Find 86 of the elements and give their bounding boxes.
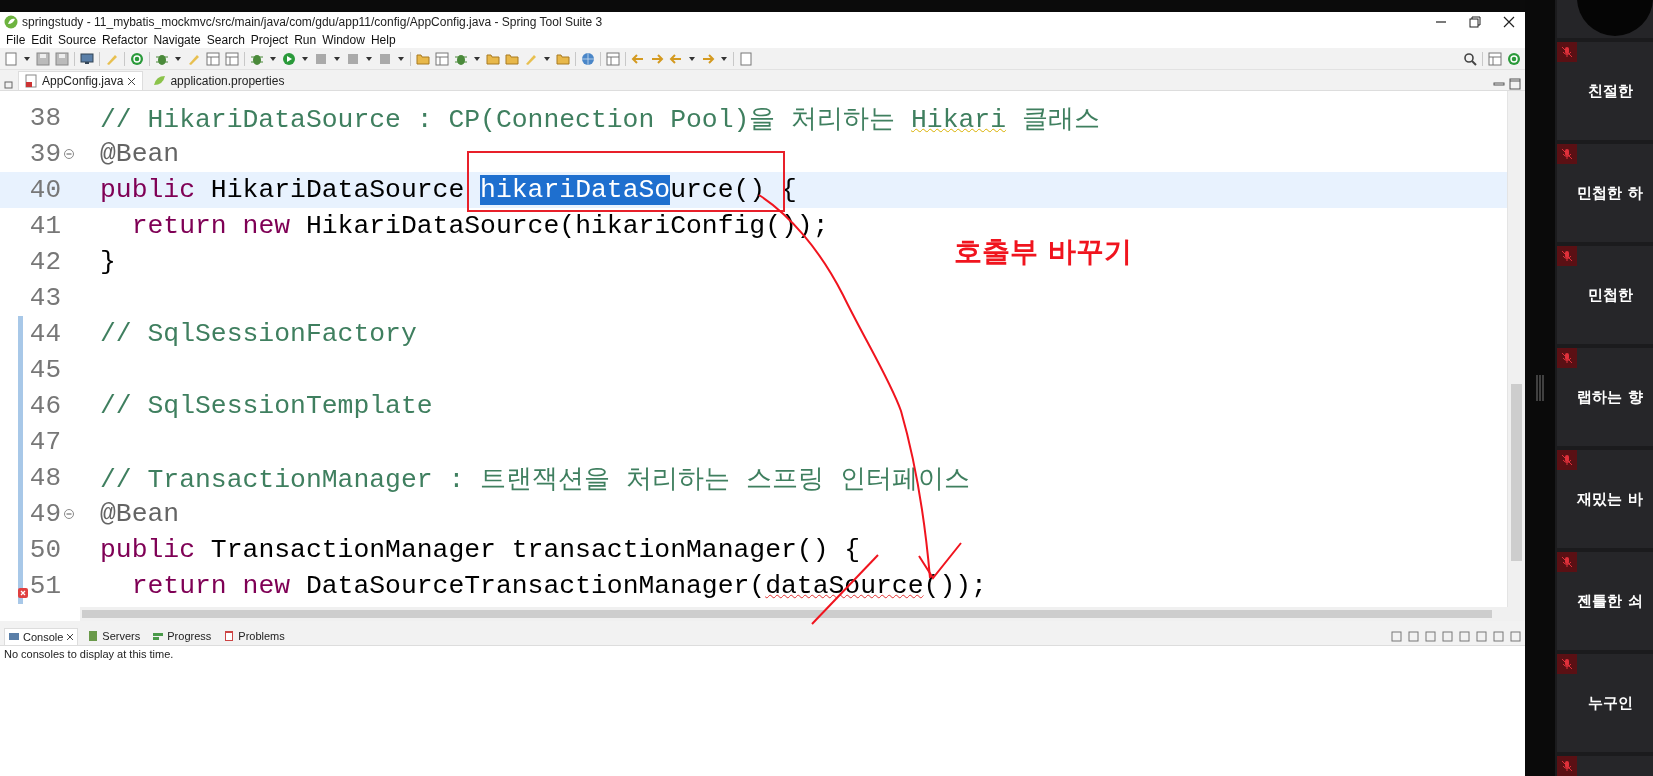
save-icon[interactable] (36, 51, 50, 66)
arrow-right-icon[interactable] (650, 51, 664, 66)
page-icon[interactable] (4, 51, 18, 66)
folder-icon[interactable] (556, 51, 570, 66)
line-number: 39 (28, 139, 61, 169)
code-line: // SqlSessionTemplate (100, 391, 433, 421)
folder-icon[interactable] (416, 51, 430, 66)
page-icon[interactable] (739, 51, 753, 66)
stop-icon[interactable] (346, 51, 360, 66)
arrow-left-icon[interactable] (669, 51, 683, 66)
view-tab[interactable]: Problems (220, 628, 288, 644)
menu-item[interactable]: Edit (30, 33, 58, 47)
code-line: public HikariDataSource hikariDataSource() { (100, 175, 797, 205)
arrow-left-icon[interactable] (631, 51, 645, 66)
line-number: 40 (28, 175, 61, 205)
code-line: } (100, 247, 116, 277)
fold-toggle-icon[interactable] (64, 509, 74, 519)
leaf-icon (153, 74, 167, 88)
page-icon[interactable] (1425, 630, 1436, 642)
participant-name: 민첩한 (1586, 285, 1633, 305)
arrow-right-icon[interactable] (701, 51, 715, 66)
stop-icon[interactable] (378, 51, 392, 66)
participant-name: 랩하는 향 (1576, 387, 1643, 407)
participant-name: 재밌는 바 (1576, 489, 1643, 509)
fold-toggle-icon[interactable] (64, 149, 74, 159)
line-number: 47 (28, 427, 61, 457)
folder-icon[interactable] (486, 51, 500, 66)
drag-handle-icon[interactable] (1536, 375, 1544, 401)
line-number: 38 (28, 103, 61, 133)
menu-item[interactable]: Help (369, 33, 401, 47)
line-number: 51 (28, 571, 61, 601)
code-line: public TransactionManager transactionManager() { (100, 535, 861, 565)
close-icon[interactable] (66, 632, 75, 641)
code-line: // HikariDataSource : CP(Connection Pool)을 처리하는 Hikari 클래스 (100, 103, 1100, 136)
menu-item[interactable]: Window (321, 33, 370, 47)
line-number: 49 (28, 499, 61, 529)
save-icon[interactable] (55, 51, 69, 66)
code-line: // SqlSessionFactory (100, 319, 417, 349)
annotation-note: 호출부 바꾸기 (954, 234, 1132, 270)
search-icon[interactable] (1463, 51, 1477, 66)
view-tab[interactable]: Console (4, 627, 79, 645)
menu-item[interactable]: Search (205, 33, 250, 47)
window-title: springstudy - 11_mybatis_mockmvc/src/main/java/com/gdu/app11/config/AppConfig.java - Spring Tool Suite 3 (22, 15, 604, 29)
editor-tab[interactable]: AppConfig.java (18, 71, 144, 90)
line-number: 45 (28, 355, 61, 385)
vertical-scrollbar[interactable] (1507, 91, 1525, 621)
power-icon[interactable] (1507, 51, 1521, 66)
view-menu-icon[interactable] (4, 80, 14, 90)
leaf-logo-icon (4, 15, 18, 29)
line-number: 41 (28, 211, 61, 241)
menu-item[interactable]: File (5, 33, 31, 47)
play-icon[interactable] (282, 51, 296, 66)
participant-name: 민첩한 하 (1576, 183, 1643, 203)
clipboard-icon (223, 630, 236, 642)
menu-item[interactable]: Refactor (101, 33, 153, 47)
line-number: 50 (28, 535, 61, 565)
restore-icon[interactable] (1469, 16, 1481, 28)
close-icon[interactable] (127, 76, 137, 86)
java-file-icon (25, 74, 38, 88)
menu-item[interactable]: Navigate (152, 33, 206, 47)
page-icon[interactable] (1391, 630, 1402, 642)
close-icon[interactable] (1503, 16, 1515, 28)
menu-item[interactable]: Source (57, 33, 102, 47)
menu-item[interactable]: Run (293, 33, 322, 47)
view-tab[interactable]: Progress (149, 628, 215, 644)
participant-name: 젠틀한 쇠 (1576, 591, 1643, 611)
editor-tab[interactable]: application.properties (147, 72, 291, 90)
code-line: @Bean (100, 499, 180, 529)
line-number: 42 (28, 247, 61, 277)
folder-icon[interactable] (505, 51, 519, 66)
line-number: 44 (28, 319, 61, 349)
line-number: 43 (28, 283, 61, 313)
stop-icon[interactable] (314, 51, 328, 66)
power-icon[interactable] (130, 51, 144, 66)
console-message: No consoles to display at this time. (3, 647, 175, 662)
globe-icon[interactable] (581, 51, 595, 66)
participant-name: 친절한 (1586, 81, 1633, 101)
menu-item[interactable]: Project (249, 33, 294, 47)
line-number: 46 (28, 391, 61, 421)
progress-bars-icon (152, 630, 165, 642)
line-number: 48 (28, 463, 61, 493)
horizontal-scrollbar[interactable] (80, 607, 1508, 621)
server-icon (87, 630, 100, 642)
code-line: @Bean (100, 139, 180, 169)
view-tab[interactable]: Servers (84, 628, 144, 644)
participant-name: 누구인 (1586, 693, 1633, 713)
